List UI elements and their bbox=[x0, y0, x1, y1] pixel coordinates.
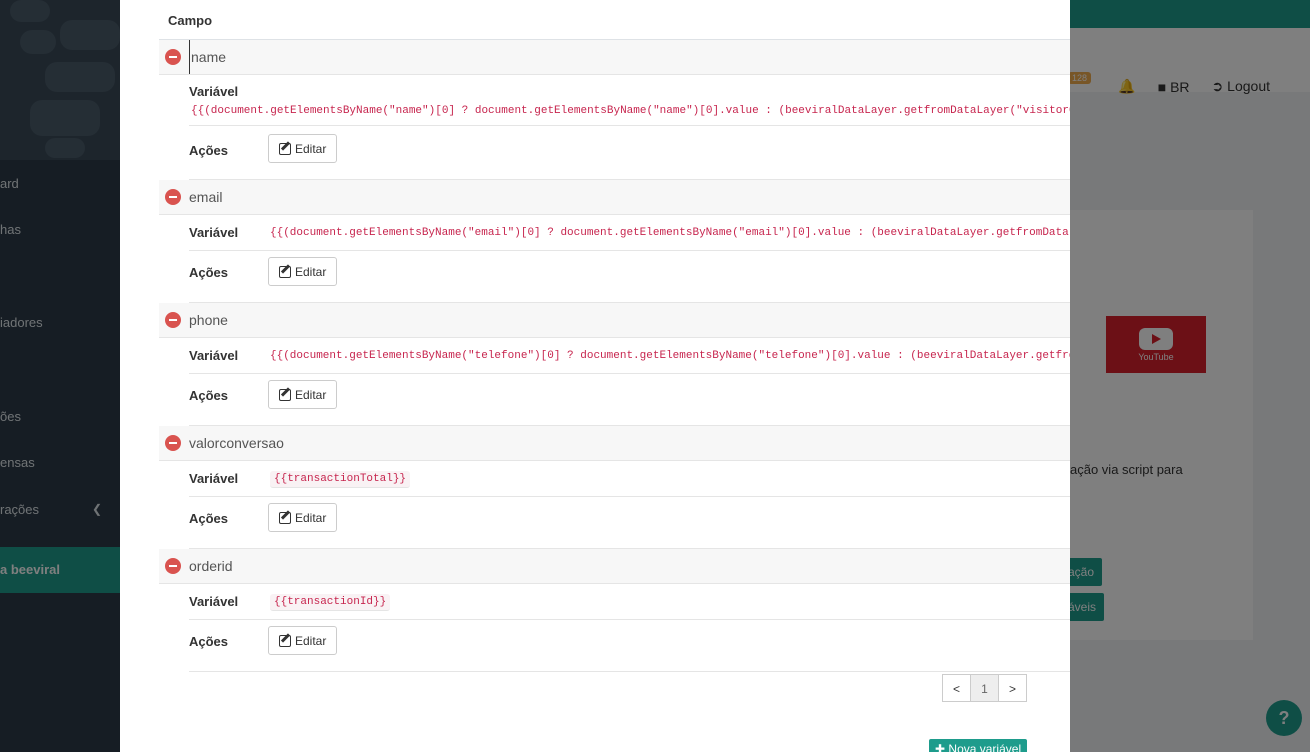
variable-label: Variável bbox=[189, 348, 239, 363]
edit-button[interactable]: Editar bbox=[268, 503, 338, 532]
field-row: email bbox=[159, 180, 1070, 215]
actions-label: Ações bbox=[189, 388, 229, 403]
field-group-phone: phone Variável {{(document.getElementsByNa… bbox=[159, 303, 1070, 426]
field-group-orderid: orderid Variável {{transactionId}} Ações Edi… bbox=[159, 549, 1070, 672]
pagination-page-1[interactable]: 1 bbox=[970, 674, 999, 702]
field-name: valorconversao bbox=[189, 435, 284, 451]
remove-icon[interactable] bbox=[165, 189, 181, 205]
field-name: phone bbox=[189, 312, 228, 328]
variable-label: Variável bbox=[189, 471, 239, 486]
actions-row: Ações Editar bbox=[189, 251, 1070, 303]
edit-icon bbox=[279, 265, 291, 278]
variable-value: {{(document.getElementsByName("name")[0]… bbox=[191, 105, 1070, 117]
edit-button[interactable]: Editar bbox=[268, 380, 338, 409]
variable-label: Variável bbox=[189, 225, 239, 240]
variables-modal: Campo name Variável {{(document.getElement… bbox=[120, 0, 1070, 752]
remove-icon[interactable] bbox=[165, 558, 181, 574]
actions-label: Ações bbox=[189, 511, 229, 526]
field-name: email bbox=[189, 189, 223, 205]
pagination-prev[interactable]: < bbox=[942, 674, 971, 702]
pagination: < 1 > bbox=[942, 674, 1027, 702]
variable-row: Variável {{transactionTotal}} bbox=[189, 461, 1070, 497]
remove-icon[interactable] bbox=[165, 435, 181, 451]
pagination-next[interactable]: > bbox=[998, 674, 1027, 702]
edit-button-label: Editar bbox=[295, 387, 327, 402]
remove-icon[interactable] bbox=[165, 49, 181, 65]
field-group-valorconversao: valorconversao Variável {{transactionTotal… bbox=[159, 426, 1070, 549]
actions-row: Ações Editar bbox=[189, 620, 1070, 672]
edit-button-label: Editar bbox=[295, 264, 327, 279]
field-row: name bbox=[159, 40, 1070, 75]
field-group-email: email Variável {{(document.getElementsByNa… bbox=[159, 180, 1070, 303]
edit-button-label: Editar bbox=[295, 510, 327, 525]
edit-icon bbox=[279, 388, 291, 401]
actions-row: Ações Editar bbox=[189, 126, 1070, 180]
edit-icon bbox=[279, 634, 291, 647]
variable-row: Variável {{(document.getElementsByName("n… bbox=[189, 75, 1070, 126]
actions-label: Ações bbox=[189, 265, 229, 280]
edit-button[interactable]: Editar bbox=[268, 257, 338, 286]
edit-button[interactable]: Editar bbox=[268, 626, 338, 655]
column-header-campo: Campo bbox=[159, 0, 1070, 40]
variable-label: Variável bbox=[189, 594, 239, 609]
field-group-name: name Variável {{(document.getElementsByNam… bbox=[159, 40, 1070, 180]
edit-icon bbox=[279, 142, 291, 155]
variable-value: {{transactionTotal}} bbox=[270, 471, 411, 488]
field-name: name bbox=[189, 40, 226, 74]
variables-table: Campo name Variável {{(document.getElement… bbox=[159, 0, 1070, 672]
variable-row: Variável {{(document.getElementsByName("t… bbox=[189, 338, 1070, 374]
variable-label: Variável bbox=[189, 84, 239, 99]
field-row: valorconversao bbox=[159, 426, 1070, 461]
variable-row: Variável {{transactionId}} bbox=[189, 584, 1070, 620]
edit-icon bbox=[279, 511, 291, 524]
field-name: orderid bbox=[189, 558, 233, 574]
new-variable-button[interactable]: ✚ Nova variável bbox=[929, 739, 1028, 752]
variable-value: {{transactionId}} bbox=[270, 594, 391, 611]
variable-value: {{(document.getElementsByName("telefone"… bbox=[270, 350, 1070, 362]
actions-label: Ações bbox=[189, 143, 229, 158]
variable-row: Variável {{(document.getElementsByName("e… bbox=[189, 215, 1070, 251]
actions-row: Ações Editar bbox=[189, 374, 1070, 426]
variable-value: {{(document.getElementsByName("email")[0… bbox=[270, 227, 1070, 239]
edit-button-label: Editar bbox=[295, 633, 327, 648]
edit-button-label: Editar bbox=[295, 141, 327, 156]
plus-icon: ✚ bbox=[935, 742, 946, 752]
field-row: orderid bbox=[159, 549, 1070, 584]
field-row: phone bbox=[159, 303, 1070, 338]
remove-icon[interactable] bbox=[165, 312, 181, 328]
actions-row: Ações Editar bbox=[189, 497, 1070, 549]
actions-label: Ações bbox=[189, 634, 229, 649]
edit-button[interactable]: Editar bbox=[268, 134, 338, 163]
